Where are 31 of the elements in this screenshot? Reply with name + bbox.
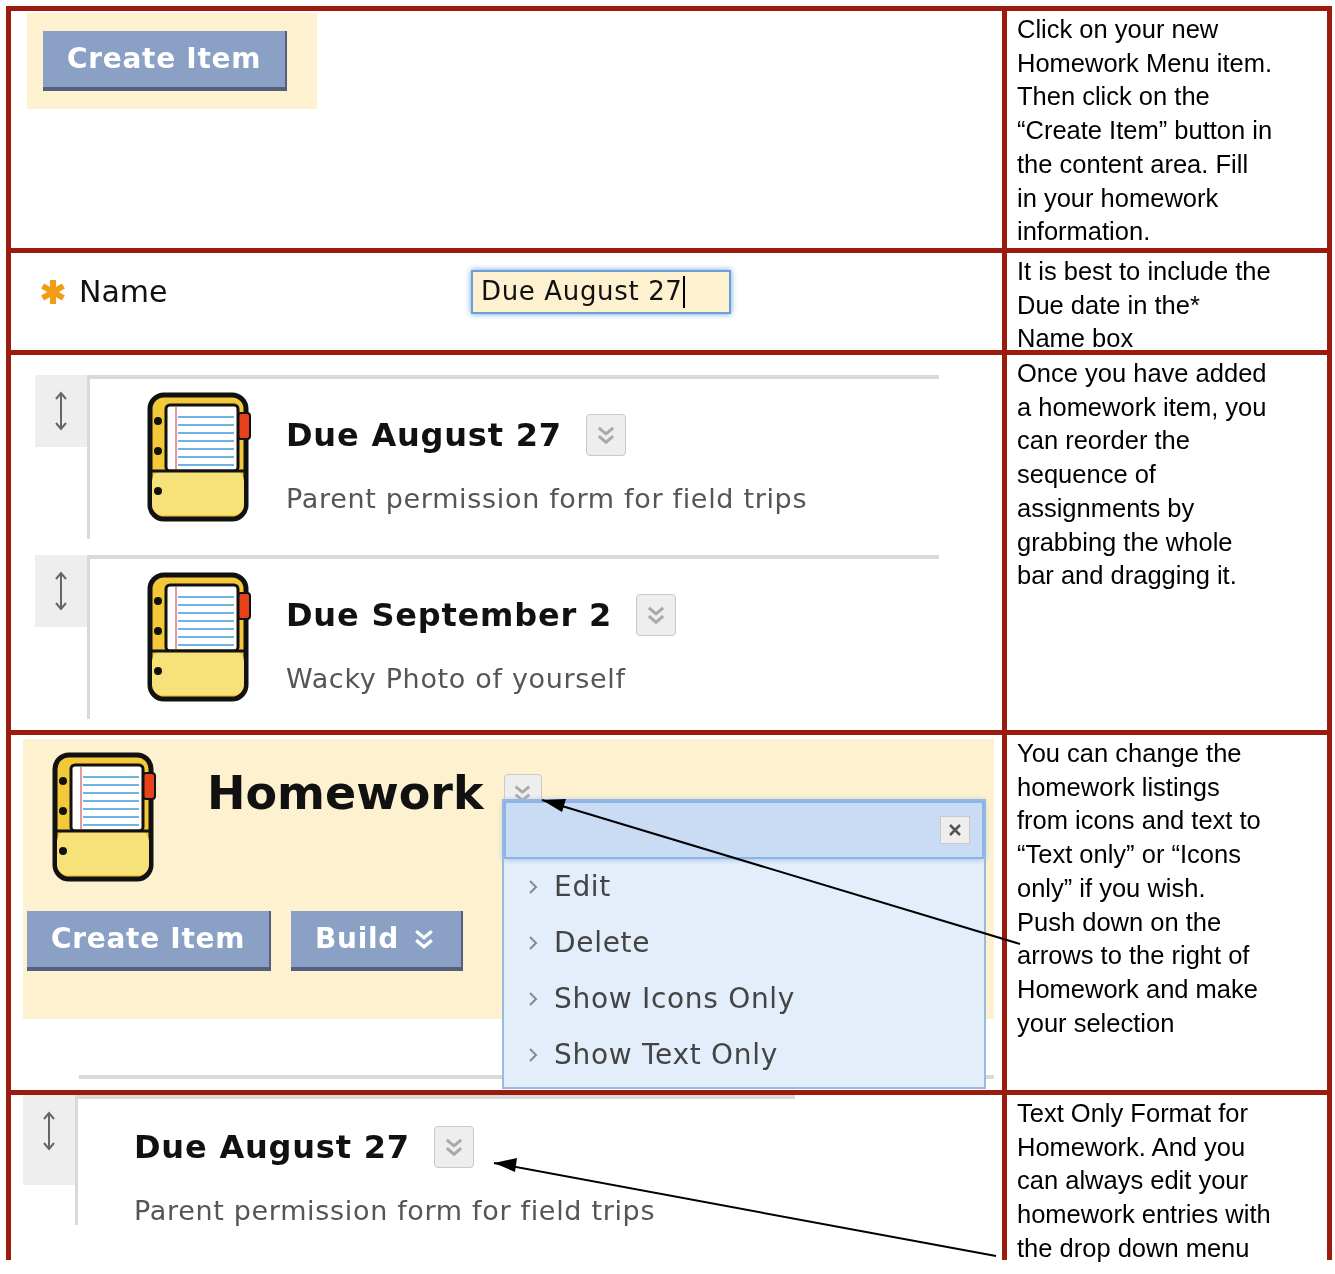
field-label: Name xyxy=(79,273,169,311)
chevron-right-icon xyxy=(528,1047,538,1063)
instruction-text: You can change the homework listings from icons and text to “Text only” or “Icons only” if you wish. Push down on the arrows to the right of Homework and make your selection xyxy=(1017,738,1262,1039)
menu-item[interactable]: Show Text Only xyxy=(504,1027,984,1083)
close-button[interactable] xyxy=(940,816,970,844)
item-description: Parent permission form for field trips xyxy=(286,482,808,516)
drag-handle[interactable] xyxy=(35,375,87,447)
instruction-text: It is best to include the Due date in the* Name box xyxy=(1017,256,1272,355)
item-title[interactable]: Due September 2 xyxy=(286,591,612,639)
item-title[interactable]: Due August 27 xyxy=(134,1123,410,1171)
chevron-right-icon xyxy=(528,879,538,895)
menu-item[interactable]: Edit xyxy=(504,859,984,915)
item-description: Wacky Photo of yourself xyxy=(286,662,627,696)
chevron-right-icon xyxy=(528,935,538,951)
notebook-icon xyxy=(51,751,159,883)
name-input[interactable]: Due August 27 xyxy=(471,269,731,314)
page-title: Homework xyxy=(207,765,484,822)
drag-handle[interactable] xyxy=(23,1095,75,1185)
notebook-icon xyxy=(146,391,254,523)
instruction-text: Once you have added a homework item, you can reorder the sequence of assignments by grabbing the whole bar and dragging it. xyxy=(1017,358,1268,592)
drag-handle[interactable] xyxy=(35,555,87,627)
close-icon xyxy=(947,822,963,838)
instruction-text: Text Only Format for Homework. And you can always edit your homework entries with the drop down menu xyxy=(1017,1098,1272,1264)
notebook-icon xyxy=(146,571,254,703)
chevron-right-icon xyxy=(528,991,538,1007)
menu-item[interactable]: Show Icons Only xyxy=(504,971,984,1027)
item-description: Parent permission form for field trips xyxy=(134,1194,657,1228)
item-title[interactable]: Due August 27 xyxy=(286,411,562,459)
asterisk-icon xyxy=(39,277,67,306)
menu-item[interactable]: Delete xyxy=(504,915,984,971)
instruction-text: Click on your new Homework Menu item. Then click on the “Create Item” button in the content area. Fill in your homework information. xyxy=(1017,14,1274,248)
